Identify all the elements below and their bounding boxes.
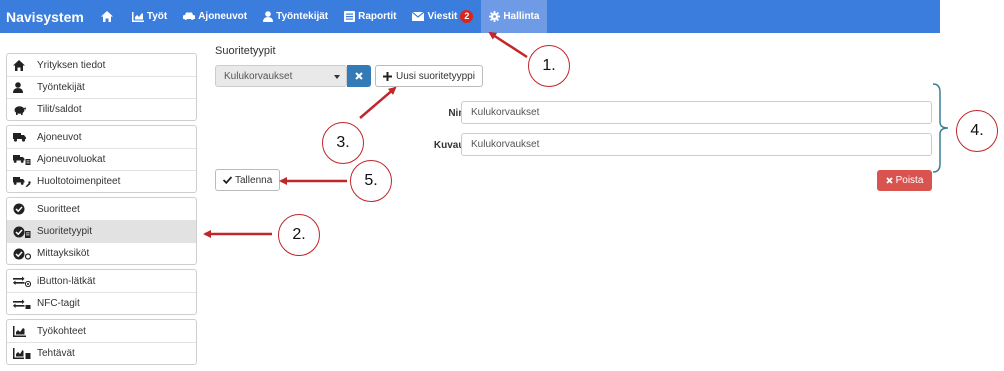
user-icon: [263, 11, 274, 22]
close-icon: [885, 177, 893, 184]
chart-task-icon: [13, 347, 33, 361]
close-icon: [355, 72, 363, 80]
sidebar-item-suoritteet[interactable]: Suoritteet: [7, 198, 196, 220]
arrow-1: [488, 31, 528, 59]
truck-wrench-icon: [13, 175, 33, 189]
sidebar-item-mittayksikot[interactable]: Mittayksiköt: [7, 242, 196, 264]
delete-button[interactable]: Poista: [877, 170, 932, 191]
annotation-5: 5.: [350, 160, 392, 202]
home-icon: [13, 58, 33, 72]
gear-icon: [489, 11, 501, 22]
nav-tyontekijat[interactable]: Työntekijät: [255, 0, 336, 33]
save-button[interactable]: Tallenna: [215, 169, 281, 191]
sidebar-item-tyokohteet[interactable]: Työkohteet: [7, 320, 196, 342]
nav-label: Ajoneuvot: [198, 11, 248, 22]
check-circle-icon: [13, 202, 33, 216]
sidebar-item-label: Mittayksiköt: [37, 248, 90, 259]
sidebar-item-label: Suoritetyypit: [37, 226, 93, 237]
type-select[interactable]: Kulukorvaukset: [215, 65, 347, 87]
nav-ajoneuvot[interactable]: Ajoneuvot: [175, 0, 255, 33]
sidebar-item-tyontekijat[interactable]: Työntekijät: [7, 76, 196, 98]
sidebar-item-label: Työntekijät: [37, 82, 85, 93]
sidebar-item-label: Yrityksen tiedot: [37, 59, 106, 71]
plus-icon: [383, 71, 392, 81]
check-icon: [223, 176, 232, 184]
annotation-3: 3.: [322, 122, 364, 164]
description-input[interactable]: Kulukorvaukset: [461, 133, 932, 156]
nav-label: Työntekijät: [276, 11, 329, 22]
sidebar-item-huoltotoimenpiteet[interactable]: Huoltotoimenpiteet: [7, 170, 196, 192]
check-circle-unit-icon: [13, 247, 33, 261]
home-icon: [100, 11, 113, 22]
sidebar-group-tags: iButton-lätkät NFC-tagit: [6, 269, 197, 315]
sidebar-item-ibutton-latkat[interactable]: iButton-lätkät: [7, 270, 196, 292]
type-select-value: Kulukorvaukset: [224, 70, 293, 82]
sidebar-item-label: Ajoneuvoluokat: [37, 154, 106, 165]
sidebar-group-vehicles: Ajoneuvot Ajoneuvoluokat Huoltotoimenpit…: [6, 125, 197, 193]
truck-icon: [13, 130, 33, 144]
nav-label: Työt: [146, 11, 168, 22]
sidebar-item-ajoneuvot[interactable]: Ajoneuvot: [7, 126, 196, 148]
check-circle-list-icon: [13, 225, 33, 239]
sidebar-item-label: NFC-tagit: [37, 298, 80, 309]
annotation-2: 2.: [278, 214, 320, 256]
sidebar-item-label: Tilit/saldot: [37, 104, 82, 115]
nav-home[interactable]: [93, 0, 124, 33]
transfer-ibutton-icon: [13, 274, 33, 288]
sidebar-item-ajoneuvoluokat[interactable]: Ajoneuvoluokat: [7, 148, 196, 170]
caret-down-icon: [334, 75, 340, 79]
page-title: Suoritetyypit: [215, 45, 276, 57]
sidebar-item-label: Ajoneuvot: [37, 131, 82, 143]
top-navbar: Navisystem Työt Ajoneuvot Työntekijät Ra…: [0, 0, 940, 33]
nav-viestit[interactable]: Viestit 2: [404, 0, 481, 33]
user-icon: [13, 81, 33, 95]
new-type-label: Uusi suoritetyyppi: [396, 70, 475, 82]
chart-icon: [13, 324, 33, 338]
annotation-4: 4.: [956, 110, 998, 152]
unread-badge: 2: [460, 10, 474, 23]
truck-class-icon: [13, 153, 33, 167]
car-icon: [183, 12, 196, 20]
sidebar-group-tasks: Suoritteet Suoritetyypit Mittayksiköt: [6, 197, 197, 265]
sidebar-group-company: Yrityksen tiedot Työntekijät Tilit/saldo…: [6, 53, 197, 121]
nav-raportit[interactable]: Raportit: [336, 0, 404, 33]
nav-label: Viestit: [427, 11, 458, 22]
sidebar: Yrityksen tiedot Työntekijät Tilit/saldo…: [6, 53, 197, 369]
clear-selection-button[interactable]: [347, 65, 371, 87]
bracket-4: [932, 83, 949, 173]
nav-label: Hallinta: [503, 11, 540, 22]
brand-logo[interactable]: Navisystem: [0, 9, 93, 25]
new-type-button[interactable]: Uusi suoritetyyppi: [375, 65, 483, 87]
nav-tyot[interactable]: Työt: [124, 0, 175, 33]
sidebar-item-tilit-saldot[interactable]: Tilit/saldot: [7, 98, 196, 120]
piggy-bank-icon: [13, 103, 33, 117]
envelope-icon: [412, 12, 425, 21]
save-label: Tallenna: [235, 174, 273, 186]
sidebar-item-yrityksen-tiedot[interactable]: Yrityksen tiedot: [7, 54, 196, 76]
name-input[interactable]: Kulukorvaukset: [461, 101, 932, 124]
nav-hallinta[interactable]: Hallinta: [481, 0, 548, 33]
transfer-nfc-icon: [13, 297, 33, 311]
sidebar-item-label: iButton-lätkät: [37, 275, 96, 287]
list-icon: [344, 11, 356, 22]
name-input-value: Kulukorvaukset: [471, 107, 540, 118]
nav-label: Raportit: [358, 11, 397, 22]
sidebar-item-tehtavat[interactable]: Tehtävät: [7, 342, 196, 364]
sidebar-item-suoritetyypit[interactable]: Suoritetyypit: [7, 220, 196, 242]
sidebar-item-label: Suoritteet: [37, 203, 80, 215]
sidebar-item-label: Huoltotoimenpiteet: [37, 176, 121, 187]
sidebar-item-label: Tehtävät: [37, 348, 75, 359]
sidebar-item-nfc-tagit[interactable]: NFC-tagit: [7, 292, 196, 314]
description-input-value: Kulukorvaukset: [471, 139, 540, 150]
chart-icon: [131, 11, 144, 22]
sidebar-group-work: Työkohteet Tehtävät: [6, 319, 197, 365]
arrow-3: [359, 86, 397, 119]
sidebar-item-label: Työkohteet: [37, 325, 86, 337]
annotation-1: 1.: [528, 45, 570, 87]
delete-label: Poista: [895, 175, 924, 186]
